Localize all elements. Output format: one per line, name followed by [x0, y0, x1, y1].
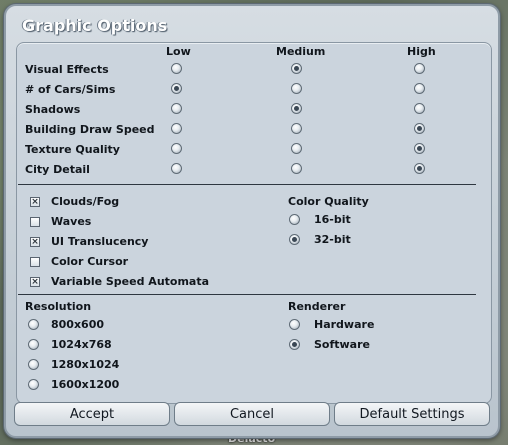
- texture-quality-high-radio[interactable]: [414, 143, 425, 154]
- texture-quality-low-radio[interactable]: [171, 143, 182, 154]
- waves-label: Waves: [51, 215, 92, 228]
- row-label-building-draw-speed: Building Draw Speed: [25, 123, 155, 136]
- color-cursor-checkbox[interactable]: [30, 257, 40, 267]
- resolution-1280x1024-label: 1280x1024: [51, 358, 120, 371]
- city-detail-low-radio[interactable]: [171, 163, 182, 174]
- texture-quality-medium-radio[interactable]: [291, 143, 302, 154]
- visual-effects-medium-radio[interactable]: [291, 63, 302, 74]
- resolution-800x600-radio[interactable]: [28, 319, 39, 330]
- color-cursor-label: Color Cursor: [51, 255, 129, 268]
- cars-sims-low-radio[interactable]: [171, 83, 182, 94]
- resolution-1024x768-radio[interactable]: [28, 339, 39, 350]
- city-detail-high-radio[interactable]: [414, 163, 425, 174]
- visual-effects-low-radio[interactable]: [171, 63, 182, 74]
- dialog-title: Graphic Options: [22, 16, 168, 35]
- row-label-shadows: Shadows: [25, 103, 81, 116]
- visual-effects-high-radio[interactable]: [414, 63, 425, 74]
- level-header-high: High: [407, 45, 436, 58]
- renderer-hardware-label: Hardware: [314, 318, 375, 331]
- row-label-cars-sims: # of Cars/Sims: [25, 83, 116, 96]
- color-16bit-radio[interactable]: [289, 214, 300, 225]
- clouds-fog-label: Clouds/Fog: [51, 195, 120, 208]
- renderer-software-label: Software: [314, 338, 370, 351]
- building-draw-speed-low-radio[interactable]: [171, 123, 182, 134]
- renderer-hardware-radio[interactable]: [289, 319, 300, 330]
- color-32bit-label: 32-bit: [314, 233, 351, 246]
- cars-sims-medium-radio[interactable]: [291, 83, 302, 94]
- resolution-1280x1024-radio[interactable]: [28, 359, 39, 370]
- renderer-heading: Renderer: [288, 300, 346, 313]
- shadows-low-radio[interactable]: [171, 103, 182, 114]
- resolution-1024x768-label: 1024x768: [51, 338, 112, 351]
- resolution-1600x1200-radio[interactable]: [28, 379, 39, 390]
- renderer-software-radio[interactable]: [289, 339, 300, 350]
- building-draw-speed-medium-radio[interactable]: [291, 123, 302, 134]
- resolution-1600x1200-label: 1600x1200: [51, 378, 120, 391]
- clouds-fog-checkbox[interactable]: ×: [30, 197, 40, 207]
- level-header-low: Low: [166, 45, 191, 58]
- accept-button[interactable]: Accept: [14, 402, 170, 426]
- color-32bit-radio[interactable]: [289, 234, 300, 245]
- level-header-medium: Medium: [276, 45, 326, 58]
- section-divider-top: [18, 184, 476, 185]
- cancel-button[interactable]: Cancel: [174, 402, 330, 426]
- waves-checkbox[interactable]: [30, 217, 40, 227]
- row-label-texture-quality: Texture Quality: [25, 143, 120, 156]
- ui-translucency-checkbox[interactable]: ×: [30, 237, 40, 247]
- building-draw-speed-high-radio[interactable]: [414, 123, 425, 134]
- color-16bit-label: 16-bit: [314, 213, 351, 226]
- cars-sims-high-radio[interactable]: [414, 83, 425, 94]
- default-settings-button[interactable]: Default Settings: [334, 402, 490, 426]
- row-label-city-detail: City Detail: [25, 163, 90, 176]
- variable-speed-automata-label: Variable Speed Automata: [51, 275, 210, 288]
- ui-translucency-label: UI Translucency: [51, 235, 149, 248]
- shadows-medium-radio[interactable]: [291, 103, 302, 114]
- section-divider-bottom: [18, 294, 476, 295]
- row-label-visual-effects: Visual Effects: [25, 63, 109, 76]
- city-detail-medium-radio[interactable]: [291, 163, 302, 174]
- variable-speed-automata-checkbox[interactable]: ×: [30, 277, 40, 287]
- shadows-high-radio[interactable]: [414, 103, 425, 114]
- color-quality-heading: Color Quality: [288, 195, 369, 208]
- resolution-800x600-label: 800x600: [51, 318, 105, 331]
- resolution-heading: Resolution: [25, 300, 92, 313]
